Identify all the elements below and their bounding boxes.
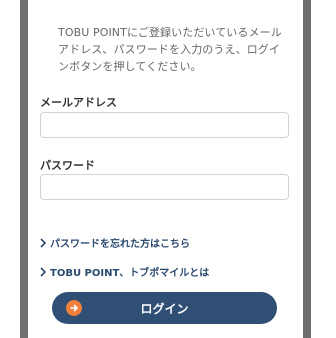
page-frame: TOBU POINTにご登録いただいているメールアドレス、パスワードを入力のうえ… <box>0 0 336 338</box>
about-link[interactable]: TOBU POINT、トブポマイルとは <box>40 264 209 279</box>
arrow-right-circle-icon <box>66 300 82 316</box>
email-field[interactable] <box>40 112 289 138</box>
intro-text: TOBU POINTにご登録いただいているメールアドレス、パスワードを入力のうえ… <box>58 26 282 73</box>
chevron-right-icon <box>40 266 47 277</box>
about-link-label: TOBU POINT、トブポマイルとは <box>50 268 210 279</box>
password-label: パスワード <box>40 159 95 172</box>
chevron-right-icon <box>40 237 47 248</box>
login-button[interactable]: ログイン <box>52 292 277 324</box>
right-side-bar <box>303 0 311 338</box>
password-field[interactable] <box>40 174 289 200</box>
forgot-password-link[interactable]: パスワードを忘れた方はこちら <box>40 235 190 250</box>
login-button-label: ログイン <box>140 301 189 316</box>
forgot-password-link-label: パスワードを忘れた方はこちら <box>50 239 190 250</box>
left-side-bar <box>20 0 28 338</box>
login-form-panel: TOBU POINTにご登録いただいているメールアドレス、パスワードを入力のうえ… <box>28 0 303 338</box>
email-label: メールアドレス <box>40 96 117 109</box>
